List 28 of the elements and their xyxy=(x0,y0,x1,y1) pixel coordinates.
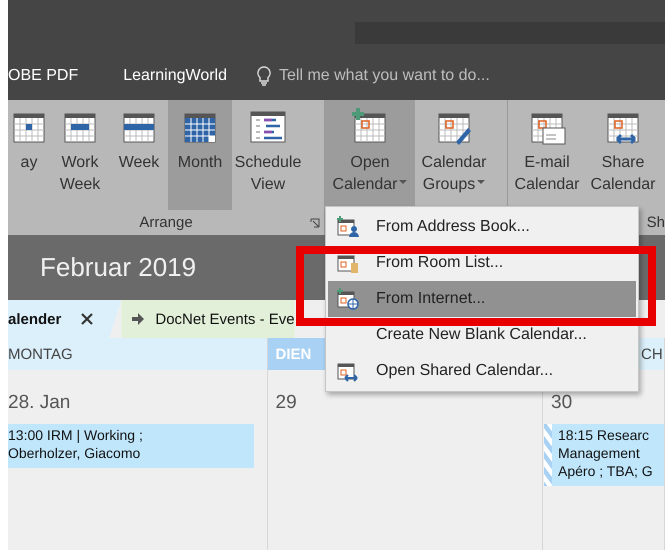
ribbon-button[interactable]: Week xyxy=(110,100,168,210)
menu-item[interactable]: From Internet... xyxy=(328,281,636,317)
menu-item[interactable]: From Room List... xyxy=(328,245,636,281)
calendar-event[interactable]: 13:00 IRM | Working ; Oberholzer, Giacomo xyxy=(8,424,254,468)
group-label: Arrange xyxy=(139,214,193,231)
menu-item[interactable]: From Address Book... xyxy=(328,209,636,245)
ribbon-tab[interactable]: LearningWorld xyxy=(123,67,227,85)
ribbon-tab[interactable]: OBE PDF xyxy=(8,67,78,85)
calendar-icon xyxy=(336,288,360,310)
lightbulb-icon xyxy=(257,66,271,86)
ribbon-button[interactable]: Work Week xyxy=(50,100,110,210)
day-header: MONTAG xyxy=(8,338,267,370)
group-label: Sh xyxy=(646,214,665,231)
date-number: 29 xyxy=(276,392,297,414)
calendar-tab[interactable]: alender xyxy=(8,300,122,338)
dialog-launcher-icon[interactable] xyxy=(310,218,320,228)
calendar-tab[interactable]: DocNet Events - Eve xyxy=(121,300,295,338)
close-icon[interactable] xyxy=(81,313,94,325)
ribbon-button[interactable]: Schedule View xyxy=(232,100,304,210)
calendar-event[interactable]: 18:15 Researc Management Apéro ; TBA; G xyxy=(544,424,664,486)
date-number: 28. Jan xyxy=(8,392,70,414)
date-title: Februar 2019 xyxy=(40,252,196,283)
calendar-icon xyxy=(336,216,360,238)
tell-me-field[interactable]: Tell me what you want to do... xyxy=(277,66,541,86)
arrow-icon xyxy=(131,312,146,326)
ribbon-button[interactable]: ay xyxy=(8,100,50,210)
date-number: 30 xyxy=(551,392,572,414)
ribbon-button[interactable]: Month xyxy=(168,100,232,210)
